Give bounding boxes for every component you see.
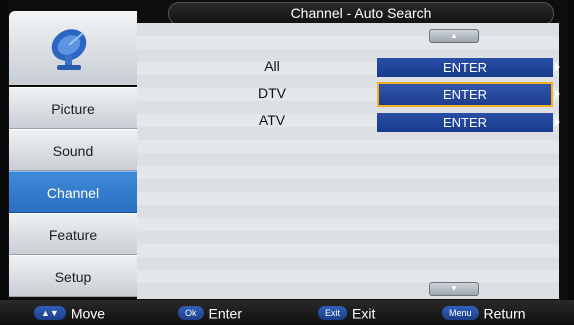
chevron-right-icon — [555, 90, 560, 98]
sidebar-item-channel[interactable]: Channel — [9, 171, 137, 213]
hint-exit-label: Exit — [352, 305, 376, 322]
row-stripe — [137, 244, 559, 257]
hint-enter-label: Enter — [208, 305, 242, 322]
sidebar-item-sound[interactable]: Sound — [9, 129, 137, 171]
hint-move: ▲▼ Move — [34, 300, 105, 324]
channel-panel: ▲ All ENTER DTV ENTER ATV ENTER ▼ — [137, 23, 560, 299]
row-stripe — [137, 218, 559, 231]
sidebar-item-feature[interactable]: Feature — [9, 213, 137, 255]
row-stripe — [137, 192, 559, 205]
window-title: Channel - Auto Search — [168, 2, 554, 25]
row-label-all: All — [264, 58, 280, 74]
scroll-down-button[interactable]: ▼ — [429, 282, 479, 296]
satellite-dish-icon — [51, 29, 87, 70]
row-label-dtv: DTV — [258, 85, 286, 101]
enter-button-all[interactable]: ENTER — [377, 58, 553, 77]
menu-key-icon: Menu — [442, 306, 479, 321]
chevron-right-icon — [555, 63, 560, 71]
row-stripe — [137, 166, 559, 179]
triangle-down-icon: ▼ — [450, 284, 458, 293]
ok-key-icon: Ok — [178, 306, 204, 321]
row-label-atv: ATV — [258, 112, 286, 128]
hint-return: Menu Return — [442, 300, 526, 324]
row-stripe — [137, 140, 559, 153]
enter-button-atv[interactable]: ENTER — [377, 113, 553, 132]
scroll-up-button[interactable]: ▲ — [429, 29, 479, 43]
sidebar: Picture Sound Channel Feature Setup — [9, 11, 137, 299]
hint-bar: ▲▼ Move Ok Enter Exit Exit Menu Return — [0, 300, 574, 324]
hint-exit: Exit Exit — [318, 300, 375, 324]
exit-key-icon: Exit — [318, 306, 348, 321]
chevron-right-icon — [555, 118, 560, 126]
hint-enter: Ok Enter — [178, 300, 242, 324]
sidebar-item-setup[interactable]: Setup — [9, 255, 137, 297]
updown-key-icon: ▲▼ — [34, 306, 66, 321]
hint-move-label: Move — [70, 305, 106, 322]
triangle-up-icon: ▲ — [450, 31, 458, 40]
row-stripe — [137, 36, 559, 49]
sidebar-item-picture[interactable]: Picture — [9, 87, 137, 129]
row-stripe — [137, 270, 559, 283]
enter-button-dtv[interactable]: ENTER — [377, 82, 553, 107]
category-logo — [9, 11, 137, 85]
hint-return-label: Return — [483, 305, 526, 322]
